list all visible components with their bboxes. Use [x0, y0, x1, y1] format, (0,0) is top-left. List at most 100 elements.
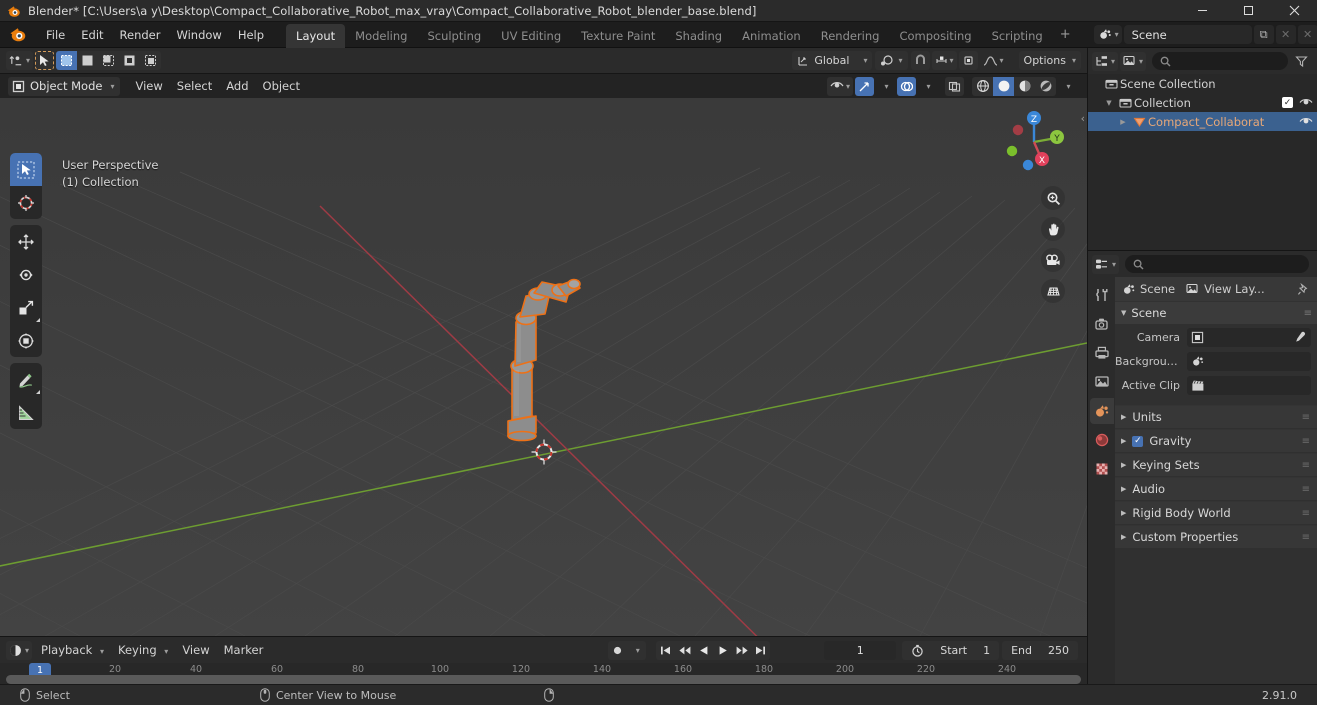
gravity-checkbox[interactable]: ✓: [1132, 435, 1144, 447]
timeline-horizontal-scrollbar[interactable]: [6, 675, 1081, 684]
section-keying-sets[interactable]: ▶ Keying Sets ≡: [1115, 453, 1317, 476]
tab-modeling[interactable]: Modeling: [345, 24, 417, 49]
output-tab[interactable]: [1090, 340, 1114, 366]
eye-icon[interactable]: [1299, 97, 1313, 108]
menu-file[interactable]: File: [38, 25, 73, 45]
zoom-icon[interactable]: [1041, 186, 1065, 210]
tab-scripting[interactable]: Scripting: [982, 24, 1053, 49]
outliner-row-object[interactable]: ▶ Compact_Collaborat: [1088, 112, 1317, 131]
select-set-icon[interactable]: [56, 51, 78, 70]
shading-dropdown[interactable]: ▾: [1058, 77, 1077, 96]
ortho-persp-icon[interactable]: [1041, 279, 1065, 303]
section-audio[interactable]: ▶ Audio ≡: [1115, 477, 1317, 500]
tab-sculpting[interactable]: Sculpting: [417, 24, 491, 49]
sidebar-collapse-arrow[interactable]: ‹: [1081, 112, 1085, 125]
scene-new-button[interactable]: ⧉: [1253, 25, 1274, 44]
tab-texture-paint[interactable]: Texture Paint: [571, 24, 665, 49]
annotate-tool[interactable]: [10, 363, 42, 396]
timeline-menu-view[interactable]: View: [175, 641, 216, 659]
outliner-search-input[interactable]: [1152, 52, 1288, 70]
camera-icon[interactable]: [1041, 248, 1065, 272]
section-gravity[interactable]: ▶ ✓ Gravity ≡: [1115, 429, 1317, 452]
disclosure-triangle-icon[interactable]: ▶: [1121, 485, 1126, 493]
measure-tool[interactable]: [10, 396, 42, 429]
viewport-menu-add[interactable]: Add: [219, 77, 255, 95]
jump-to-start-button[interactable]: [656, 641, 675, 660]
prev-keyframe-button[interactable]: [675, 641, 694, 660]
outliner-filter-button[interactable]: [1292, 52, 1311, 71]
frame-range-fields[interactable]: Start 1: [902, 640, 1000, 660]
scene-name-field[interactable]: Scene: [1123, 25, 1252, 44]
end-frame-field[interactable]: End 250: [1002, 640, 1078, 660]
disclosure-triangle-icon[interactable]: ▶: [1121, 413, 1126, 421]
pivot-point-dropdown[interactable]: ▾: [875, 51, 908, 70]
pin-icon[interactable]: [1297, 282, 1310, 296]
next-keyframe-button[interactable]: [732, 641, 751, 660]
viewport-menu-view[interactable]: View: [128, 77, 169, 95]
section-units[interactable]: ▶ Units ≡: [1115, 405, 1317, 428]
select-invert-icon[interactable]: [119, 51, 140, 70]
select-subtract-icon[interactable]: [98, 51, 119, 70]
interaction-mode-dropdown[interactable]: Object Mode ▾: [8, 76, 121, 96]
current-frame-field[interactable]: 1: [824, 640, 897, 660]
section-custom-properties[interactable]: ▶ Custom Properties ≡: [1115, 525, 1317, 548]
tab-compositing[interactable]: Compositing: [889, 24, 981, 49]
scene-tab[interactable]: [1089, 398, 1114, 424]
tab-rendering[interactable]: Rendering: [811, 24, 890, 49]
active-clip-field[interactable]: [1187, 376, 1311, 395]
breadcrumb-scene[interactable]: Scene: [1122, 282, 1175, 296]
gizmo-dropdown[interactable]: ▾: [876, 77, 895, 96]
world-tab[interactable]: [1090, 427, 1114, 453]
add-workspace-button[interactable]: +: [1053, 24, 1078, 45]
properties-search-input[interactable]: [1125, 255, 1309, 273]
disclosure-triangle-icon[interactable]: ▶: [1121, 461, 1126, 469]
tab-animation[interactable]: Animation: [732, 24, 811, 49]
menu-edit[interactable]: Edit: [73, 25, 111, 45]
transform-tool[interactable]: [10, 324, 42, 357]
shading-wireframe-button[interactable]: [972, 77, 993, 96]
disclosure-triangle-icon[interactable]: ▶: [1121, 437, 1126, 445]
eye-icon[interactable]: [1299, 116, 1313, 127]
proportional-falloff-dropdown[interactable]: ▾: [980, 51, 1007, 70]
stopwatch-icon[interactable]: [911, 644, 924, 657]
options-dropdown[interactable]: Options ▾: [1018, 51, 1081, 70]
proportional-editing-button[interactable]: [958, 51, 978, 70]
timeline-ruler[interactable]: 20 40 60 80 100 120 140 160 180 200 220 …: [0, 663, 1087, 685]
disclosure-triangle-icon[interactable]: ▶: [1121, 509, 1126, 517]
menu-window[interactable]: Window: [168, 25, 229, 45]
record-icon[interactable]: [608, 641, 627, 660]
overlays-dropdown[interactable]: ▾: [918, 77, 937, 96]
scene-browse-button[interactable]: ▾: [1093, 25, 1122, 44]
tool-tab[interactable]: [1090, 282, 1114, 308]
select-extend-icon[interactable]: [77, 51, 98, 70]
xray-toggle-button[interactable]: [945, 76, 964, 96]
scale-tool[interactable]: [10, 291, 42, 324]
visibility-dropdown[interactable]: ▾: [826, 76, 853, 96]
move-tool[interactable]: [10, 225, 42, 258]
menu-render[interactable]: Render: [112, 25, 169, 45]
viewport-menu-object[interactable]: Object: [256, 77, 307, 95]
shading-material-preview-button[interactable]: [1014, 77, 1035, 96]
snap-magnet-button[interactable]: [910, 51, 930, 70]
overlays-toggle-button[interactable]: [897, 76, 916, 96]
texture-tab[interactable]: [1090, 456, 1114, 482]
menu-help[interactable]: Help: [230, 25, 272, 45]
minimize-button[interactable]: [1179, 0, 1225, 22]
hand-icon[interactable]: [1041, 217, 1065, 241]
timeline-menu-marker[interactable]: Marker: [217, 641, 271, 659]
tab-layout[interactable]: Layout: [286, 24, 346, 49]
section-rigid-body-world[interactable]: ▶ Rigid Body World ≡: [1115, 501, 1317, 524]
view-layer-unlink-left[interactable]: ✕: [1297, 25, 1317, 44]
navigation-gizmo[interactable]: Z Y X: [999, 106, 1069, 176]
play-reverse-button[interactable]: [694, 641, 713, 660]
timeline-editor-type-button[interactable]: ▾: [6, 640, 33, 660]
collection-checkbox[interactable]: ✓: [1282, 97, 1293, 108]
3d-viewport-canvas[interactable]: User Perspective (1) Collection Z Y X ‹: [0, 98, 1087, 636]
scene-unlink-button[interactable]: ✕: [1275, 25, 1296, 44]
properties-editor-type-button[interactable]: ▾: [1092, 254, 1120, 274]
eyedropper-icon[interactable]: [1291, 331, 1307, 344]
camera-field[interactable]: [1187, 328, 1311, 347]
outliner-display-mode-dropdown[interactable]: ▾: [1120, 51, 1147, 71]
rotate-tool[interactable]: [10, 258, 42, 291]
maximize-button[interactable]: [1225, 0, 1271, 22]
